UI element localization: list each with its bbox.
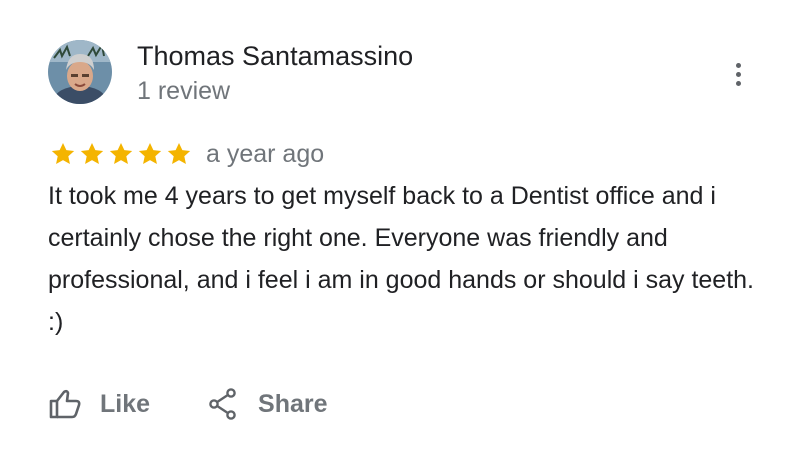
share-button[interactable]: Share bbox=[208, 387, 328, 421]
author-review-count: 1 review bbox=[137, 77, 231, 105]
share-label: Share bbox=[258, 389, 328, 418]
more-options-button[interactable] bbox=[722, 56, 754, 92]
star-icon bbox=[108, 141, 134, 167]
author-avatar[interactable] bbox=[48, 40, 112, 104]
share-icon bbox=[209, 388, 236, 420]
review-date: a year ago bbox=[206, 140, 325, 168]
star-icon bbox=[166, 141, 192, 167]
star-rating bbox=[50, 141, 192, 167]
more-vert-icon-dot bbox=[735, 80, 741, 86]
review-text: It took me 4 years to get myself back to… bbox=[48, 182, 754, 336]
more-vert-icon bbox=[735, 62, 741, 68]
like-button[interactable]: Like bbox=[48, 388, 150, 420]
star-icon bbox=[137, 141, 163, 167]
author-name[interactable]: Thomas Santamassino bbox=[137, 39, 413, 73]
rating-row: a year ago bbox=[50, 138, 324, 170]
review-actions: Like Share bbox=[48, 382, 328, 426]
like-label: Like bbox=[100, 389, 151, 418]
user-photo-avatar-icon bbox=[48, 40, 112, 104]
star-icon bbox=[79, 141, 105, 167]
star-icon bbox=[50, 141, 76, 167]
more-vert-icon-dot bbox=[735, 71, 741, 77]
thumb-up-icon bbox=[49, 389, 81, 419]
